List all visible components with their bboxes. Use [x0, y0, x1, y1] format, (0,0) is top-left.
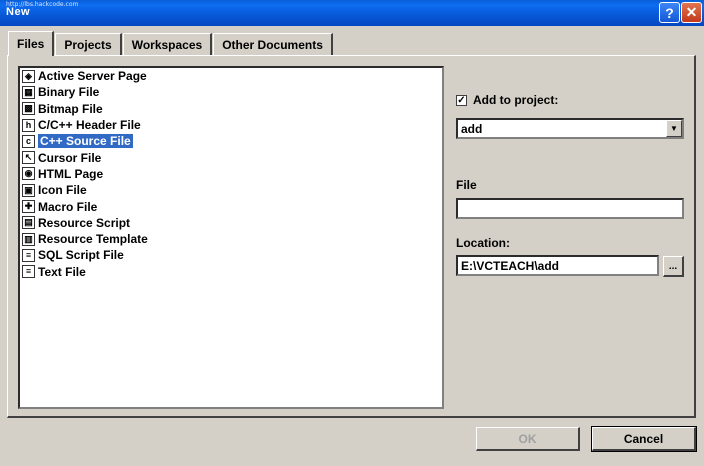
list-item[interactable]: ≡ SQL Script File — [20, 247, 442, 263]
close-button[interactable]: ✕ — [681, 2, 702, 23]
list-item-label: C++ Source File — [38, 134, 133, 149]
resource-template-icon: ▥ — [22, 232, 35, 246]
project-select-value: add — [461, 121, 483, 136]
list-item-label: Bitmap File — [38, 101, 103, 116]
list-item[interactable]: ▦ Binary File — [20, 84, 442, 100]
resource-script-icon: ▤ — [22, 216, 35, 230]
list-item-label: Resource Template — [38, 232, 148, 247]
add-to-project-label: Add to project: — [473, 93, 559, 107]
icon-file-icon: ▣ — [22, 183, 35, 197]
help-button[interactable]: ? — [659, 2, 680, 23]
binary-file-icon: ▦ — [22, 85, 35, 99]
tab-workspaces[interactable]: Workspaces — [122, 33, 213, 55]
source-file-icon: c — [22, 134, 35, 148]
project-select[interactable]: add ▼ — [456, 118, 684, 139]
list-item-label: SQL Script File — [38, 248, 124, 263]
chevron-down-icon[interactable]: ▼ — [666, 120, 682, 137]
macro-file-icon: ✚ — [22, 200, 35, 214]
list-item[interactable]: ✚ Macro File — [20, 198, 442, 214]
list-item-label: Icon File — [38, 183, 87, 198]
list-item[interactable]: h C/C++ Header File — [20, 117, 442, 133]
options-pane: ✓ Add to project: add ▼ File Location: .… — [456, 56, 688, 416]
tab-other-documents[interactable]: Other Documents — [213, 33, 333, 55]
list-item-label: HTML Page — [38, 166, 104, 181]
bitmap-file-icon: ▩ — [22, 102, 35, 116]
add-to-project-row[interactable]: ✓ Add to project: — [456, 93, 558, 107]
html-page-icon: ◉ — [22, 167, 35, 181]
cursor-file-icon: ↖ — [22, 151, 35, 165]
list-item[interactable]: ≡ Text File — [20, 264, 442, 280]
tab-strip: Files Projects Workspaces Other Document… — [8, 31, 334, 56]
files-tab-panel: ◈ Active Server Page ▦ Binary File ▩ Bitmap F… — [7, 55, 696, 418]
file-label: File — [456, 178, 477, 192]
list-item[interactable]: ↖ Cursor File — [20, 149, 442, 165]
title-bar[interactable]: http://lbs.hackcode.com New ? ✕ — [0, 0, 704, 26]
list-item[interactable]: ◈ Active Server Page — [20, 68, 442, 84]
list-item[interactable]: c C++ Source File — [20, 133, 442, 149]
text-file-icon: ≡ — [22, 265, 35, 279]
browse-button[interactable]: ... — [663, 256, 684, 277]
ok-button[interactable]: OK — [476, 427, 580, 451]
list-item[interactable]: ▤ Resource Script — [20, 215, 442, 231]
list-item-label: Text File — [38, 264, 86, 279]
list-item-label: Resource Script — [38, 215, 131, 230]
tab-projects[interactable]: Projects — [55, 33, 122, 55]
location-label: Location: — [456, 236, 510, 250]
list-item-label: Active Server Page — [38, 69, 147, 84]
file-name-input[interactable] — [456, 198, 684, 219]
cancel-button[interactable]: Cancel — [591, 426, 697, 452]
list-item[interactable]: ▣ Icon File — [20, 182, 442, 198]
list-item[interactable]: ◉ HTML Page — [20, 166, 442, 182]
list-item-label: C/C++ Header File — [38, 118, 141, 133]
sql-file-icon: ≡ — [22, 248, 35, 262]
asp-file-icon: ◈ — [22, 69, 35, 83]
tab-files[interactable]: Files — [8, 31, 55, 56]
window-title: New — [6, 6, 31, 18]
help-icon: ? — [665, 4, 674, 21]
header-file-icon: h — [22, 118, 35, 132]
list-item[interactable]: ▩ Bitmap File — [20, 101, 442, 117]
file-type-list[interactable]: ◈ Active Server Page ▦ Binary File ▩ Bitmap F… — [18, 66, 444, 409]
list-item-label: Binary File — [38, 85, 100, 100]
list-item-label: Macro File — [38, 199, 98, 214]
list-item-label: Cursor File — [38, 150, 102, 165]
close-icon: ✕ — [685, 4, 698, 20]
new-dialog: Files Projects Workspaces Other Document… — [0, 26, 704, 466]
list-item[interactable]: ▥ Resource Template — [20, 231, 442, 247]
add-to-project-checkbox[interactable]: ✓ — [456, 94, 467, 106]
location-input[interactable] — [456, 255, 659, 276]
